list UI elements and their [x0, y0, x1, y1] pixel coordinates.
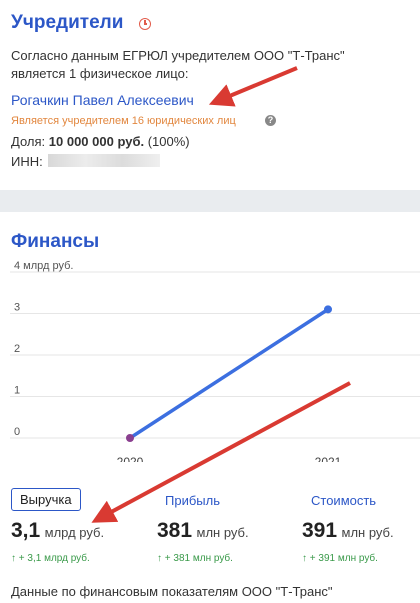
chart-series: [126, 305, 332, 442]
founders-intro-line2: является 1 физическое лицо:: [11, 66, 189, 81]
x-tick-label: 2020: [117, 455, 144, 462]
help-icon[interactable]: ?: [265, 115, 276, 126]
revenue-amount: 3,1: [11, 519, 41, 542]
value-amount: 391: [302, 519, 338, 542]
y-tick-label: 1: [14, 385, 20, 397]
revenue-value: 3,1 млрд руб.: [11, 519, 104, 543]
founders-title: Учредители: [11, 12, 124, 33]
chart-y-ticks: 0 1 2 3 4 млрд руб.: [14, 260, 73, 438]
value-value: 391 млн руб.: [302, 519, 394, 543]
data-point[interactable]: [126, 434, 134, 442]
clock-icon[interactable]: [139, 18, 151, 30]
y-tick-label: 4 млрд руб.: [14, 260, 73, 272]
share-percent: (100%): [147, 134, 190, 149]
revenue-delta: ↑ + 3,1 млрд руб.: [11, 553, 90, 564]
share-label: Доля:: [11, 134, 46, 149]
profit-value: 381 млн руб.: [157, 519, 249, 543]
y-tick-label: 3: [14, 302, 20, 314]
inn-label: ИНН:: [11, 154, 43, 169]
founders-intro-line1: Согласно данным ЕГРЮЛ учредителем ООО "Т…: [11, 48, 345, 63]
value-unit: млн руб.: [341, 525, 394, 540]
finance-card: Финансы 01234 млрд руб. 2020 2021 Выручка…: [0, 212, 420, 603]
revenue-chart: 0 1 2 3 4 млрд руб. 2020 2021: [10, 260, 420, 462]
founder-companies-note[interactable]: Является учредителем 16 юридических лиц: [11, 115, 236, 127]
tab-value[interactable]: Стоимость: [311, 493, 376, 508]
founders-card: Учредители Согласно данным ЕГРЮЛ учредит…: [0, 0, 420, 190]
tab-revenue[interactable]: Выручка: [11, 488, 81, 511]
profit-amount: 381: [157, 519, 193, 542]
revenue-unit: млрд руб.: [44, 525, 105, 540]
share-row: Доля: 10 000 000 руб. (100%): [11, 134, 190, 149]
value-delta: ↑ + 391 млн руб.: [302, 553, 378, 564]
y-tick-label: 0: [14, 426, 20, 438]
y-tick-label: 2: [14, 343, 20, 355]
chart-grid: [10, 271, 420, 439]
x-tick-label: 2021: [315, 455, 342, 462]
data-point[interactable]: [324, 305, 332, 314]
revenue-series-line: [129, 307, 329, 440]
chart-x-ticks: 2020 2021: [117, 455, 342, 462]
profit-delta: ↑ + 381 млн руб.: [157, 553, 233, 564]
share-amount: 10 000 000 руб.: [48, 134, 145, 149]
founder-name-link[interactable]: Рогачкин Павел Алексеевич: [11, 92, 194, 108]
profit-unit: млн руб.: [196, 525, 249, 540]
finance-footer-note: Данные по финансовым показателям ООО "Т-…: [11, 584, 333, 599]
inn-value-redacted: [48, 154, 160, 167]
tab-profit[interactable]: Прибыль: [165, 493, 220, 508]
